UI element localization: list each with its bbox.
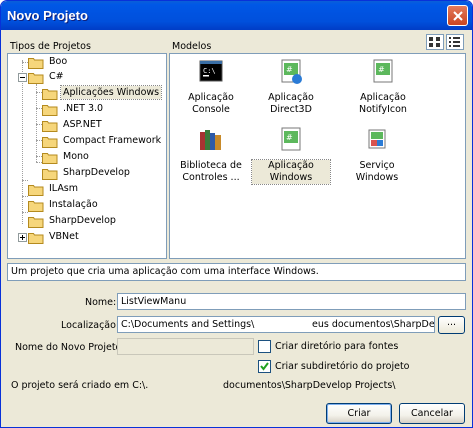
templates-list[interactable]: C:\ Aplicação Console # Aplicação Direct… <box>169 53 466 259</box>
template-windows-app[interactable]: # Aplicação Windows <box>251 126 331 185</box>
folder-icon <box>42 105 58 116</box>
direct3d-app-icon: # <box>281 59 302 84</box>
windows-service-icon <box>368 129 386 149</box>
solution-name-label: Nome do Novo Projeto <box>15 342 122 353</box>
large-icons-icon <box>429 37 440 47</box>
windows-app-icon: # <box>281 127 301 151</box>
location-value-tail: eus documentos\SharpDevelop <box>312 319 435 330</box>
close-button[interactable] <box>447 5 468 26</box>
collapse-csharp-toggle[interactable] <box>18 73 27 82</box>
list-view-icon <box>449 37 460 47</box>
large-icons-view-button[interactable] <box>426 34 444 50</box>
folder-icon <box>42 121 58 132</box>
name-label: Nome: <box>85 297 117 308</box>
folder-icon <box>28 185 44 196</box>
svg-text:#: # <box>378 65 385 74</box>
folder-icon <box>42 137 58 148</box>
create-button[interactable]: Criar <box>326 403 392 424</box>
expand-vbnet-toggle[interactable] <box>18 233 27 242</box>
create-project-subdir-label: Criar subdiretório do projeto <box>275 361 410 372</box>
solution-name-input[interactable] <box>117 338 254 355</box>
folder-open-icon <box>28 73 44 84</box>
folder-icon <box>28 58 44 69</box>
template-description: Um projeto que cria uma aplicação com um… <box>7 263 466 281</box>
template-notifyicon-app[interactable]: # Aplicação NotifyIcon <box>344 58 422 116</box>
folder-icon <box>28 201 44 212</box>
check-icon <box>260 362 269 371</box>
close-icon <box>453 11 463 21</box>
categories-label: Tipos de Projetos <box>10 41 91 52</box>
notifyicon-app-icon: # <box>373 59 393 83</box>
create-dir-sources-checkbox[interactable] <box>258 340 271 353</box>
folder-icon <box>42 89 58 100</box>
console-app-icon: C:\ <box>199 60 223 82</box>
title-bar[interactable]: Novo Projeto <box>1 1 472 30</box>
location-label: Localização: <box>61 320 120 331</box>
control-library-icon <box>200 130 221 150</box>
folder-icon <box>28 233 44 244</box>
svg-text:#: # <box>286 65 293 74</box>
create-project-subdir-checkbox[interactable] <box>258 360 271 373</box>
template-control-library[interactable]: Biblioteca de Controles ... <box>172 126 250 184</box>
folder-icon <box>28 217 44 228</box>
name-input[interactable]: ListViewManu <box>117 293 466 310</box>
svg-text:C:\: C:\ <box>203 67 216 75</box>
template-windows-service[interactable]: Serviço Windows <box>338 126 416 184</box>
svg-text:#: # <box>286 133 293 142</box>
location-input[interactable]: C:\Documents and Settings\ eus documento… <box>117 316 435 333</box>
cancel-button[interactable]: Cancelar <box>399 403 465 424</box>
folder-icon <box>42 169 58 180</box>
location-value: C:\Documents and Settings\ <box>121 319 255 330</box>
browse-button[interactable]: ... <box>438 316 465 334</box>
new-project-dialog: Novo Projeto Tipos de Projetos Modelos B… <box>0 0 473 428</box>
path-info-prefix: O projeto será criado em C:\. <box>11 380 149 391</box>
create-dir-sources-label: Criar diretório para fontes <box>275 341 399 352</box>
template-direct3d-app[interactable]: # Aplicação Direct3D <box>252 58 330 116</box>
template-console-app[interactable]: C:\ Aplicação Console <box>172 58 250 116</box>
project-types-tree[interactable]: Boo C# Aplicações Windows .NET 3.0 ASP.N… <box>7 53 167 259</box>
list-view-button[interactable] <box>446 34 464 50</box>
window-title: Novo Projeto <box>7 8 88 23</box>
templates-label: Modelos <box>172 41 212 52</box>
folder-icon <box>42 153 58 164</box>
path-info-suffix: documentos\SharpDevelop Projects\ <box>223 380 396 391</box>
